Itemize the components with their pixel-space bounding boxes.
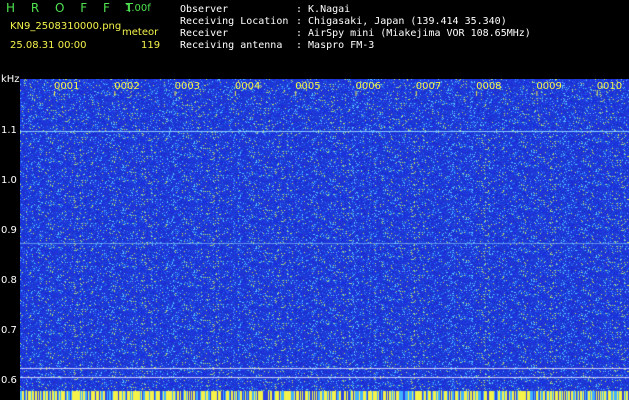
filename: KN9_2508310000.png (10, 21, 122, 32)
minute-marker: 0006 (355, 81, 381, 92)
location-value: : Chigasaki, Japan (139.414 35.340) (296, 16, 507, 27)
antenna-value: : Maspro FM-3 (296, 40, 375, 51)
minute-marker: 0007 (415, 81, 442, 92)
minute-marker: 0002 (114, 81, 140, 92)
minute-marker: 0001 (54, 81, 80, 92)
observer-label: Observer (180, 4, 229, 15)
y-tick-label: 0.6 (1, 375, 17, 386)
minute-marker: 0010 (596, 81, 623, 92)
receiver-label: Receiver (180, 28, 229, 39)
antenna-label: Receiving antenna (180, 40, 283, 51)
y-tick-label: 0.8 (1, 275, 17, 286)
count-value: 119 (141, 40, 161, 51)
y-tick-label: 0.9 (1, 225, 17, 236)
receiver-value: : AirSpy mini (Miakejima VOR 108.65MHz) (296, 28, 531, 39)
minute-marker: 0009 (536, 81, 562, 92)
unit-label: kHz (1, 74, 20, 85)
y-tick-label: 1.1 (1, 125, 17, 136)
y-tick-label: 1.0 (1, 175, 17, 186)
app-version: 1.00f (125, 3, 151, 14)
app-title: H R O F F T (6, 1, 140, 15)
observer-value: : K.Nagai (296, 4, 351, 15)
hroft-window: H R O F F T 1.00f KN9_2508310000.png met… (0, 0, 629, 400)
minute-marker: 0004 (234, 81, 261, 92)
spectrogram (20, 79, 629, 400)
minute-marker: 0008 (476, 81, 502, 92)
location-label: Receiving Location (180, 16, 289, 27)
minute-marker: 0003 (174, 81, 201, 92)
mode-label: meteor (122, 27, 159, 38)
y-tick-label: 0.7 (1, 325, 17, 336)
datetime: 25.08.31 00:00 (10, 40, 87, 51)
minute-marker: 0005 (295, 81, 321, 92)
